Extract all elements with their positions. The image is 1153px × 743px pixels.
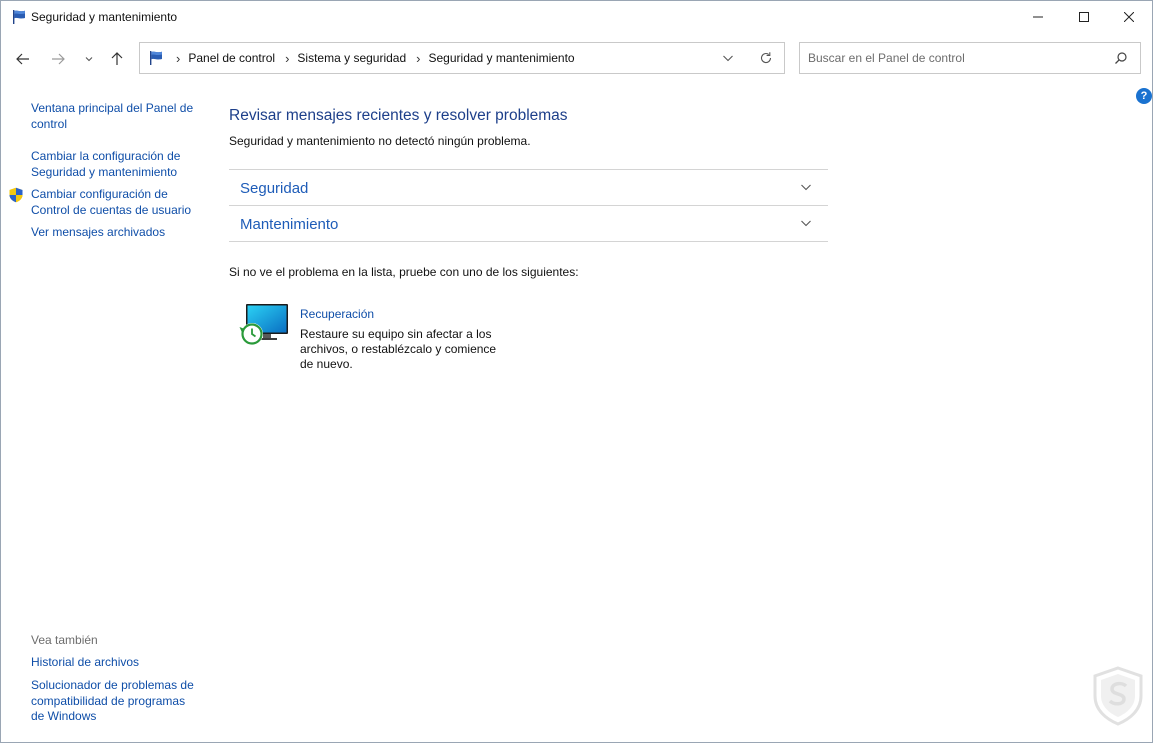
section-seguridad[interactable]: Seguridad <box>229 169 828 205</box>
link-archived-messages[interactable]: Ver mensajes archivados <box>31 225 201 241</box>
search-icon[interactable] <box>1114 51 1128 65</box>
recovery-description: Restaure su equipo sin afectar a los arc… <box>300 327 497 371</box>
window: Seguridad y mantenimiento › Panel de con… <box>0 0 1153 743</box>
maximize-icon <box>1079 12 1089 22</box>
back-button[interactable] <box>11 47 35 71</box>
page-title: Revisar mensajes recientes y resolver pr… <box>229 107 568 124</box>
forward-button[interactable] <box>46 47 70 71</box>
chevron-down-icon[interactable] <box>800 217 812 229</box>
refresh-icon[interactable] <box>758 50 774 66</box>
recovery-link[interactable]: Recuperación <box>300 307 374 321</box>
maximize-button[interactable] <box>1061 1 1107 33</box>
address-bar[interactable]: › Panel de control › Sistema y seguridad… <box>139 42 785 74</box>
chevron-right-icon: › <box>176 50 181 66</box>
section-label: Seguridad <box>240 180 309 197</box>
minimize-icon <box>1033 16 1043 18</box>
see-also-heading: Vea también <box>31 633 98 647</box>
recent-dropdown-icon <box>85 57 93 62</box>
help-icon[interactable]: ? <box>1136 88 1152 104</box>
link-change-uac-settings[interactable]: Cambiar configuración de Control de cuen… <box>31 187 201 218</box>
window-title: Seguridad y mantenimiento <box>31 10 178 24</box>
breadcrumb-seguridad-y-mantenimiento[interactable]: Seguridad y mantenimiento <box>429 51 575 65</box>
section-mantenimiento[interactable]: Mantenimiento <box>229 205 828 241</box>
breadcrumb-panel-de-control[interactable]: Panel de control <box>188 51 275 65</box>
chevron-down-icon[interactable] <box>720 50 736 66</box>
link-file-history[interactable]: Historial de archivos <box>31 655 201 671</box>
close-button[interactable] <box>1106 1 1152 33</box>
status-message: Seguridad y mantenimiento no detectó nin… <box>229 134 531 148</box>
logo-icon <box>1093 666 1143 726</box>
link-compatibility-troubleshooter[interactable]: Solucionador de problemas de compatibili… <box>31 678 199 725</box>
chevron-right-icon: › <box>285 50 290 66</box>
shield-icon <box>9 187 23 203</box>
up-button[interactable] <box>105 47 129 71</box>
search-input[interactable] <box>808 43 1098 73</box>
troubleshoot-hint: Si no ve el problema en la lista, pruebe… <box>229 265 579 279</box>
back-arrow-icon <box>16 53 29 65</box>
recovery-icon[interactable] <box>237 301 291 349</box>
chevron-down-icon[interactable] <box>800 181 812 193</box>
breadcrumb: › Panel de control › Sistema y seguridad… <box>170 43 575 73</box>
chevron-right-icon: › <box>416 50 421 66</box>
title-bar: Seguridad y mantenimiento <box>1 1 1152 33</box>
up-arrow-icon <box>111 52 123 65</box>
link-control-panel-home[interactable]: Ventana principal del Panel de control <box>31 101 201 132</box>
breadcrumb-sistema-y-seguridad[interactable]: Sistema y seguridad <box>297 51 406 65</box>
divider <box>229 241 828 242</box>
search-box <box>799 42 1141 74</box>
minimize-button[interactable] <box>1015 1 1061 33</box>
forward-arrow-icon <box>52 53 65 65</box>
recent-locations-button[interactable] <box>77 47 101 71</box>
flag-icon <box>150 51 162 65</box>
link-change-security-settings[interactable]: Cambiar la configuración de Seguridad y … <box>31 149 191 180</box>
close-icon <box>1124 12 1134 22</box>
section-label: Mantenimiento <box>240 216 339 233</box>
flag-icon <box>13 10 25 24</box>
